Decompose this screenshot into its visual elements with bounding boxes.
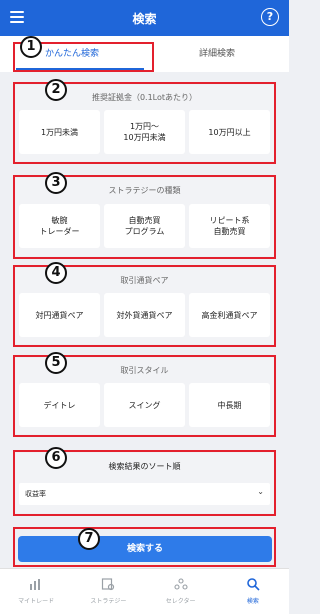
tab-detail-search[interactable]: 詳細検索 bbox=[145, 36, 289, 72]
annotation-marker-5: 5 bbox=[45, 352, 67, 374]
annotation-marker-1: 1 bbox=[20, 36, 42, 58]
annotation-marker-7: 7 bbox=[78, 528, 100, 550]
annotation-marker-2: 2 bbox=[45, 79, 67, 101]
page-title: 検索 bbox=[132, 12, 157, 26]
search-icon bbox=[246, 577, 260, 593]
nav-label-selector: セレクター bbox=[165, 598, 196, 605]
nav-label-mytrade: マイトレード bbox=[18, 598, 55, 605]
selector-icon bbox=[174, 577, 188, 593]
bottom-nav: マイトレード ストラテジー セレクター 検索 bbox=[0, 568, 289, 614]
annotation-marker-3: 3 bbox=[45, 172, 67, 194]
nav-item-search[interactable]: 検索 bbox=[217, 569, 289, 614]
annotation-marker-6: 6 bbox=[45, 447, 67, 469]
strategy-icon bbox=[101, 577, 115, 593]
app-header: 検索 ? bbox=[0, 0, 289, 36]
nav-item-mytrade[interactable]: マイトレード bbox=[0, 569, 72, 614]
nav-item-selector[interactable]: セレクター bbox=[145, 569, 217, 614]
nav-label-strategy: ストラテジー bbox=[90, 598, 127, 605]
nav-item-strategy[interactable]: ストラテジー bbox=[72, 569, 144, 614]
chart-icon bbox=[29, 577, 43, 593]
annotation-marker-4: 4 bbox=[45, 262, 67, 284]
help-icon[interactable]: ? bbox=[261, 8, 279, 26]
annotation-box-7 bbox=[13, 527, 276, 567]
nav-label-search: 検索 bbox=[246, 598, 259, 605]
